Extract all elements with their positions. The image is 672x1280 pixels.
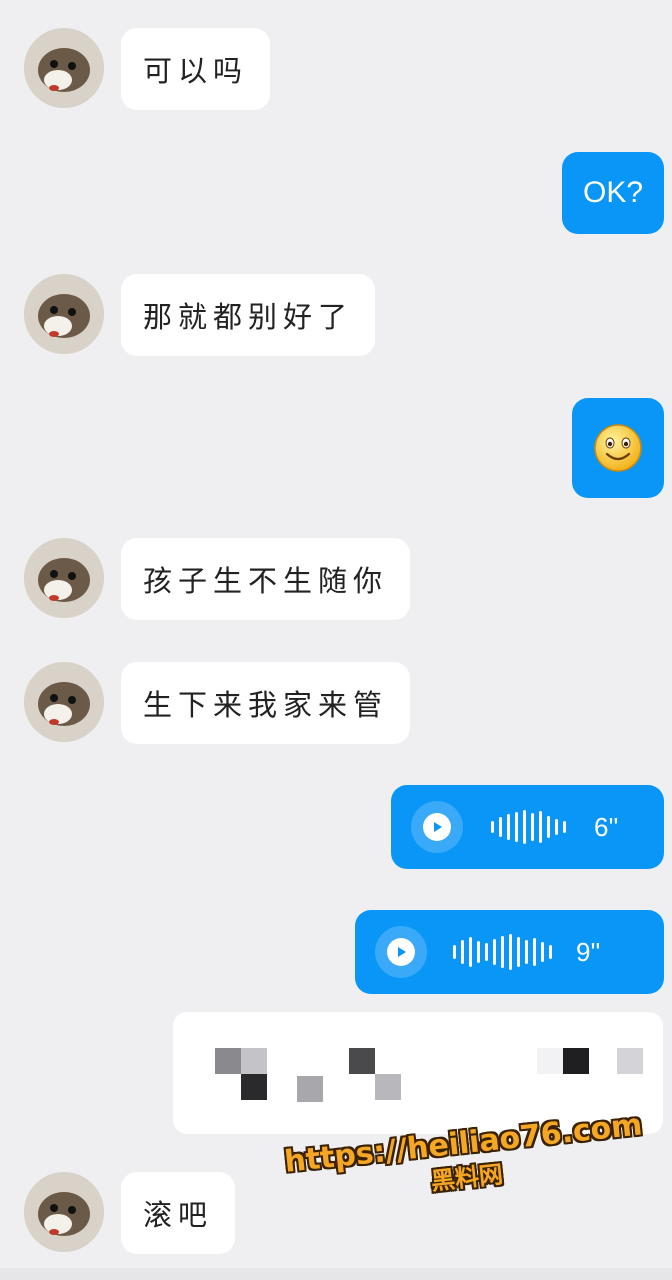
message-bubble-incoming[interactable]: 可以吗 — [121, 28, 271, 110]
voice-message-bubble[interactable]: 9'' — [355, 910, 664, 994]
bottom-edge — [0, 1268, 672, 1280]
play-button[interactable] — [411, 801, 463, 853]
message-text: 生下来我家来管 — [143, 688, 389, 722]
dog-avatar-icon — [24, 538, 104, 618]
contact-avatar[interactable] — [24, 538, 104, 618]
message-text: OK? — [582, 176, 644, 209]
play-icon — [398, 947, 406, 957]
message-text: 那就都别好了 — [143, 300, 354, 334]
play-button[interactable] — [375, 926, 427, 978]
voice-duration: 9'' — [576, 936, 601, 967]
waveform-icon — [491, 807, 566, 847]
contact-avatar[interactable] — [24, 28, 104, 108]
message-bubble-outgoing-emoji[interactable] — [572, 398, 664, 498]
play-icon — [434, 822, 442, 832]
dog-avatar-icon — [24, 1172, 104, 1252]
message-text: 可以吗 — [143, 54, 249, 88]
message-bubble-incoming[interactable]: 滚吧 — [121, 1172, 236, 1254]
dog-avatar-icon — [24, 274, 104, 354]
message-bubble-outgoing[interactable]: OK? — [562, 152, 664, 234]
message-bubble-incoming[interactable]: 那就都别好了 — [121, 274, 376, 356]
contact-avatar[interactable] — [24, 662, 104, 742]
dog-avatar-icon — [24, 28, 104, 108]
voice-message-bubble[interactable]: 6'' — [391, 785, 664, 869]
message-bubble-incoming[interactable]: 生下来我家来管 — [121, 662, 411, 744]
dog-avatar-icon — [24, 662, 104, 742]
message-text: 孩子生不生随你 — [143, 564, 389, 598]
contact-avatar[interactable] — [24, 274, 104, 354]
message-bubble-incoming[interactable]: 孩子生不生随你 — [121, 538, 411, 620]
contact-avatar[interactable] — [24, 1172, 104, 1252]
smiley-face-icon — [594, 424, 642, 472]
message-text: 滚吧 — [143, 1198, 214, 1232]
voice-duration: 6'' — [594, 811, 619, 842]
waveform-icon — [453, 932, 552, 972]
